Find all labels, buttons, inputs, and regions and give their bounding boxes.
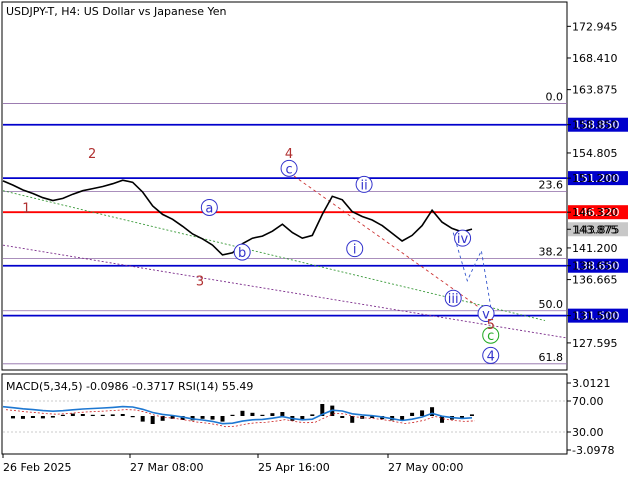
time-axis-label: 27 Mar 08:00 (130, 461, 203, 474)
price-axis-label: 151.200 (572, 172, 618, 185)
price-axis-label: 136.665 (572, 274, 618, 287)
macd-histogram-bar (150, 416, 155, 424)
macd-histogram-bar (110, 414, 115, 416)
wave-label: 4 (285, 147, 293, 162)
macd-histogram-bar (240, 410, 245, 416)
macd-histogram-bar (210, 416, 215, 420)
price-axis-label: 131.500 (572, 310, 618, 323)
wave-label: 1 (22, 201, 30, 216)
price-axis-label: 143.875 (572, 223, 618, 236)
macd-histogram-bar (340, 416, 345, 418)
wave-label: iii (448, 292, 459, 307)
macd-histogram-bar (270, 413, 275, 416)
price-axis-label: 146.320 (572, 206, 618, 219)
macd-histogram-bar (350, 416, 355, 423)
price-axis-label: 138.650 (572, 260, 618, 273)
macd-histogram-bar (250, 412, 255, 416)
macd-histogram-bar (140, 416, 145, 422)
chart-title: USDJPY-T, H4: US Dollar vs Japanese Yen (6, 5, 227, 18)
macd-histogram-bar (30, 416, 35, 418)
time-axis-label: 27 May 00:00 (388, 461, 463, 474)
time-axis-label: 25 Apr 16:00 (258, 461, 330, 474)
fib-level-label: 61.8 (539, 351, 564, 364)
wave-label: b (238, 246, 246, 261)
price-axis-label: 154.805 (572, 147, 618, 160)
price-axis-label: 172.945 (572, 20, 618, 33)
wave-label: ii (360, 178, 367, 193)
wave-label: iv (457, 232, 469, 247)
wave-label: 2 (88, 147, 96, 162)
macd-histogram-bar (220, 416, 225, 422)
macd-histogram-bar (10, 416, 15, 419)
macd-histogram-bar (469, 414, 474, 416)
price-axis-label: 163.875 (572, 84, 618, 97)
macd-histogram-bar (120, 414, 125, 416)
macd-histogram-bar (420, 410, 425, 416)
time-axis-label: 26 Feb 2025 (3, 461, 71, 474)
macd-histogram-bar (130, 416, 135, 418)
macd-histogram-bar (410, 412, 415, 416)
wave-label: c (285, 162, 292, 177)
macd-histogram-bar (280, 412, 285, 416)
price-axis-label: 141.200 (572, 242, 618, 255)
fib-level-label: 38.2 (539, 245, 564, 258)
macd-histogram-bar (20, 416, 25, 419)
wave-label: a (205, 201, 213, 216)
wave-label: i (353, 243, 357, 258)
macd-histogram-bar (230, 414, 235, 416)
fib-level-label: 50.0 (539, 298, 564, 311)
macd-histogram-bar (300, 416, 305, 420)
fib-level-label: 23.6 (539, 178, 564, 191)
macd-histogram-bar (100, 414, 105, 416)
indicator-axis-label: 3.0121 (572, 377, 611, 390)
indicator-axis-label: 70.00 (572, 395, 604, 408)
macd-histogram-bar (200, 416, 205, 419)
price-axis-label: 127.595 (572, 337, 618, 350)
indicator-title: MACD(5,34,5) -0.0986 -0.3717 RSI(14) 55.… (6, 380, 253, 393)
macd-histogram-bar (310, 414, 315, 416)
macd-histogram-bar (260, 414, 265, 416)
wave-label: 3 (196, 275, 204, 290)
indicator-axis-label: -3.0978 (572, 444, 614, 457)
macd-histogram-bar (80, 414, 85, 416)
macd-histogram-bar (50, 416, 55, 418)
macd-histogram-bar (60, 414, 65, 416)
fib-level-label: 0.0 (546, 90, 564, 103)
wave-label: 4 (487, 349, 495, 364)
wave-label: 5 (487, 318, 495, 333)
indicator-axis-label: 30.00 (572, 426, 604, 439)
price-axis-label: 168.410 (572, 52, 618, 65)
macd-histogram-bar (70, 413, 75, 416)
price-axis-label: 158.850 (572, 119, 618, 132)
macd-histogram-bar (90, 414, 95, 416)
chart-canvas: 0.0 23.6 38.2 50.0 61.8 158.850 151.200 146.320… (0, 0, 640, 480)
macd-histogram-bar (40, 416, 45, 419)
